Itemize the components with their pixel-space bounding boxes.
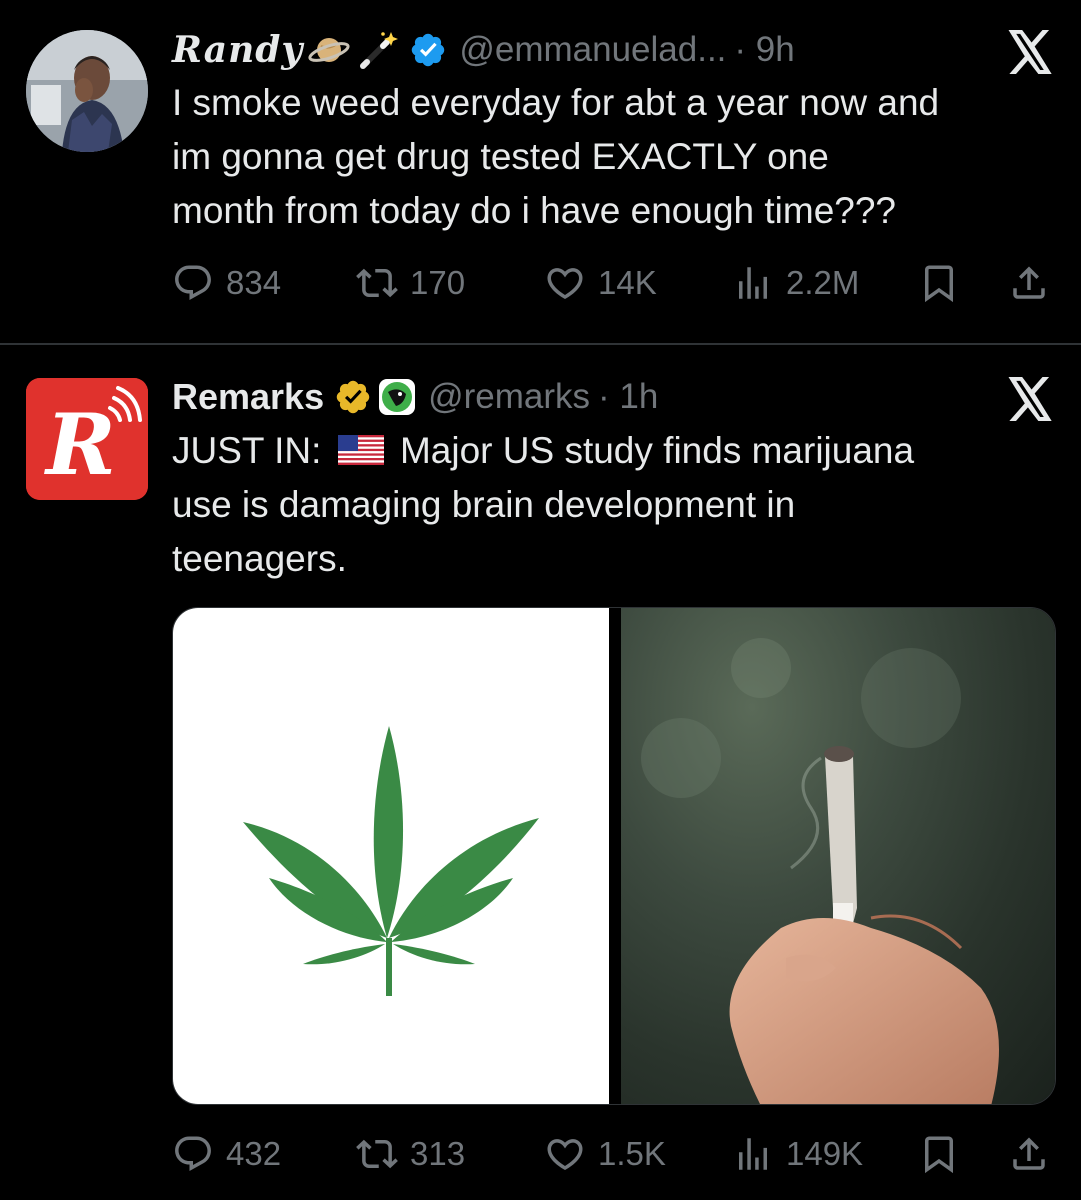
share-button[interactable] [1008,1129,1050,1179]
like-icon [547,1139,583,1171]
action-bar: 834 170 14K 2.2M [172,258,1052,308]
like-count: 14K [598,264,657,301]
bookmark-icon [925,265,953,303]
repost-button[interactable]: 313 [356,1129,465,1179]
views-icon [739,267,767,299]
reply-button[interactable]: 432 [172,1129,281,1179]
tweet-text-line: teenagers. [172,538,347,579]
reply-count: 834 [226,264,282,301]
action-bar: 432 313 1.5K 149K [172,1129,1052,1179]
reply-count: 432 [226,1135,282,1172]
views-button[interactable]: 2.2M [732,258,859,308]
planet-emoji-icon [307,28,351,72]
bookmark-button[interactable] [918,258,960,308]
views-count: 2.2M [786,264,860,301]
views-icon [739,1138,767,1170]
repost-button[interactable]: 170 [356,258,465,308]
display-name[interactable]: Remarks [172,376,324,418]
verified-badge-icon [409,31,447,69]
repost-count: 170 [410,264,466,301]
us-flag-icon [337,426,384,465]
avatar-photo [26,30,148,152]
bookmark-icon [925,1136,953,1174]
bookmark-button[interactable] [918,1129,960,1179]
tweet-text-line: im gonna get drug tested EXACTLY one [172,136,829,177]
views-button[interactable]: 149K [732,1129,863,1179]
text-prefix: JUST IN: [172,430,322,471]
timestamp[interactable]: · 1h [598,377,658,417]
repost-icon [356,1139,398,1169]
verified-gold-badge-icon [334,378,372,416]
like-icon [547,268,583,300]
reply-button[interactable]: 834 [172,258,281,308]
like-button[interactable]: 1.5K [544,1129,666,1179]
magic-wand-emoji-icon [355,28,399,72]
affiliate-badge-icon [378,378,416,416]
x-logo-icon [1005,377,1055,421]
views-count: 149K [786,1135,864,1172]
text-after-flag: Major US study finds marijuana [399,430,915,471]
remarks-logo-icon: R [26,378,148,500]
tweet-text-line: I smoke weed everyday for abt a year now… [172,82,940,123]
media-image-cannabis-leaf[interactable] [173,608,609,1104]
timestamp[interactable]: · 9h [734,30,794,70]
tweet-header: Remarks @remarks · 1h [172,369,658,425]
display-name[interactable]: Randy [172,29,303,71]
share-icon [1013,1137,1045,1170]
reply-icon [175,265,211,300]
tweet-text: JUST IN: Major US study finds marijuana … [172,424,914,586]
joint-photo [641,638,999,1104]
tweet-media[interactable] [172,607,1056,1105]
tweet-header: Randy @emmanuelad... · 9h [172,22,795,78]
repost-count: 313 [410,1135,466,1172]
svg-text:R: R [44,395,116,494]
avatar-randy[interactable] [26,30,148,152]
repost-icon [356,268,398,298]
media-image-joint[interactable] [621,608,1055,1104]
tweet-randy[interactable]: Randy @emmanuelad... · 9h I smoke weed e… [0,0,1081,343]
like-button[interactable]: 14K [544,258,657,308]
cannabis-leaf-icon [243,726,539,996]
tweet-remarks[interactable]: R Remarks @remarks · 1h JUST IN: Major U… [0,345,1081,1200]
share-icon [1013,266,1045,299]
avatar-remarks[interactable]: R [26,378,148,500]
reply-icon [175,1136,211,1171]
handle[interactable]: @remarks [428,377,590,417]
x-logo-icon [1005,30,1055,74]
tweet-text-line: month from today do i have enough time??… [172,190,897,231]
tweet-text-line: use is damaging brain development in [172,484,796,525]
handle[interactable]: @emmanuelad... [459,30,726,70]
tweet-text: I smoke weed everyday for abt a year now… [172,76,939,238]
like-count: 1.5K [598,1135,666,1172]
tweet-text-line: JUST IN: Major US study finds marijuana [172,424,914,478]
share-button[interactable] [1008,258,1050,308]
